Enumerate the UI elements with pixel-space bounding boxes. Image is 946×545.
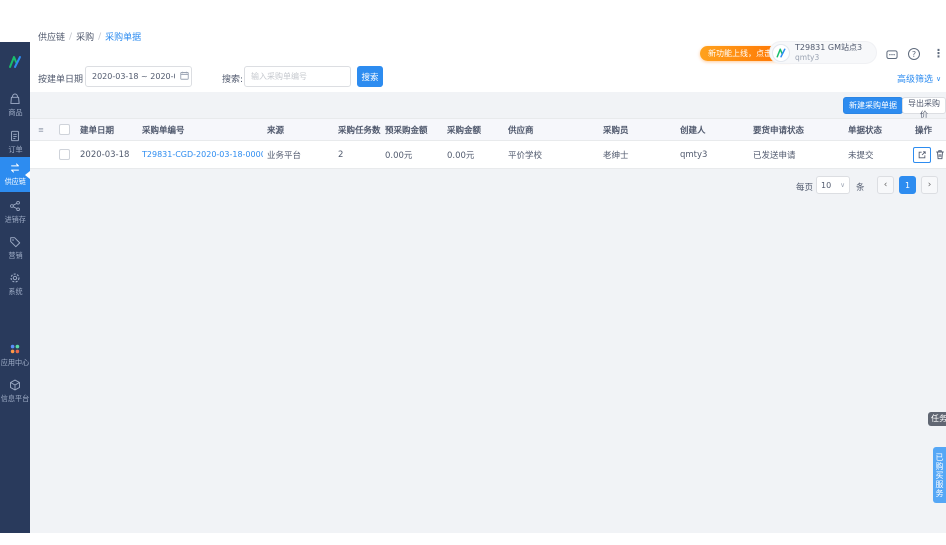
column-header-amount: 采购金额	[447, 125, 482, 136]
page-1-button[interactable]: 1	[899, 176, 916, 194]
message-icon[interactable]	[886, 50, 898, 61]
purchase-docs-table: ≡ 建单日期 采购单编号 来源 采购任务数 预采购金额 采购金额 供应商 采购员…	[30, 118, 946, 169]
avatar	[772, 43, 790, 62]
user-site-label: T29831 GM站点3	[795, 43, 863, 52]
breadcrumb-separator: /	[98, 31, 102, 42]
row-request-status: 已发送申请	[753, 150, 796, 161]
column-header-tasks: 采购任务数	[338, 125, 381, 136]
next-page-button[interactable]: ›	[921, 176, 938, 194]
date-range-input[interactable]	[85, 66, 192, 87]
cube-icon	[10, 379, 20, 391]
search-button[interactable]: 搜索	[357, 66, 383, 87]
column-header-pre-amount: 预采购金额	[385, 125, 428, 136]
column-header-order-no: 采购单编号	[142, 125, 185, 136]
new-purchase-doc-button[interactable]: 新建采购单据	[843, 97, 903, 114]
row-supplier: 平价学校	[508, 150, 543, 161]
per-page-value: 10	[821, 180, 832, 190]
advanced-filter-link[interactable]: 高级筛选 ∨	[897, 72, 942, 86]
breadcrumb-separator: /	[69, 31, 73, 42]
chevron-down-icon: ∨	[840, 181, 845, 189]
row-amount: 0.00元	[447, 150, 475, 161]
sidebar-item-inventory[interactable]: 进销存	[0, 195, 30, 230]
sidebar-item-label: 进销存	[4, 215, 26, 224]
app-logo[interactable]	[0, 42, 30, 82]
chevron-down-icon: ∨	[936, 74, 942, 83]
breadcrumb-supply-chain[interactable]: 供应链	[38, 30, 65, 43]
per-page-select[interactable]: 10 ∨	[816, 176, 850, 194]
row-source: 业务平台	[267, 150, 302, 161]
column-header-creator: 创建人	[680, 125, 706, 136]
help-icon[interactable]: ?	[908, 48, 920, 60]
row-date: 2020-03-18	[80, 149, 130, 160]
per-page-unit-label: 条	[856, 183, 865, 193]
export-purchase-price-button[interactable]: 导出采购价	[902, 97, 946, 119]
order-document-icon	[11, 130, 19, 142]
column-header-doc-status: 单据状态	[848, 125, 883, 136]
sidebar-item-label: 营销	[7, 251, 23, 260]
column-header-actions: 操作	[915, 125, 933, 136]
prev-page-button[interactable]: ‹	[877, 176, 894, 194]
row-creator: qmty3	[680, 149, 708, 160]
row-buyer: 老绅士	[603, 150, 629, 161]
row-pre-amount: 0.00元	[385, 150, 413, 161]
column-header-date: 建单日期	[80, 125, 115, 136]
app-center-icon	[10, 344, 20, 354]
column-header-buyer: 采购员	[603, 125, 629, 136]
advanced-filter-label: 高级筛选	[897, 75, 934, 85]
page: 供应链 / 采购 / 采购单据 新功能上线，点击查看 T29831 GM站点3 …	[0, 0, 946, 545]
column-header-request-status: 要货申请状态	[753, 125, 805, 136]
date-filter-label: 按建单日期	[38, 75, 84, 85]
order-number-link[interactable]: T29831-CGD-2020-03-18-00001	[142, 150, 263, 159]
sidebar: 商品 订单 供应链 进销存 营销 系统 应用中心 信息平台	[0, 42, 30, 533]
sidebar-item-orders[interactable]: 订单	[0, 125, 30, 160]
sidebar-item-goods[interactable]: 商品	[0, 88, 30, 123]
user-texts: T29831 GM站点3 qmty3	[795, 43, 862, 62]
sidebar-item-label: 系统	[7, 287, 23, 296]
delete-icon[interactable]	[935, 149, 945, 160]
row-doc-status: 未提交	[848, 150, 874, 161]
sidebar-item-supply-chain[interactable]: 供应链	[0, 157, 30, 192]
shopping-bag-icon	[10, 93, 20, 104]
brand-logo-icon	[9, 56, 21, 68]
breadcrumb-purchase[interactable]: 采购	[76, 30, 94, 43]
sidebar-item-label: 信息平台	[0, 394, 30, 403]
share-nodes-icon	[10, 200, 20, 212]
table-header-row: ≡ 建单日期 采购单编号 来源 采购任务数 预采购金额 采购金额 供应商 采购员…	[30, 118, 946, 141]
swap-arrows-icon	[11, 163, 19, 173]
calendar-icon	[180, 71, 189, 80]
gear-icon	[10, 273, 20, 283]
search-label: 搜索:	[222, 75, 244, 85]
user-account-menu[interactable]: T29831 GM站点3 qmty3	[769, 41, 878, 64]
sidebar-item-system[interactable]: 系统	[0, 267, 30, 302]
breadcrumb: 供应链 / 采购 / 采购单据	[38, 30, 141, 44]
sidebar-item-app-center[interactable]: 应用中心	[0, 338, 30, 373]
task-floating-tab[interactable]: 任务	[928, 412, 946, 426]
sidebar-item-info-platform[interactable]: 信息平台	[0, 374, 30, 409]
breadcrumb-purchase-docs[interactable]: 采购单据	[105, 30, 141, 43]
column-header-source: 来源	[267, 125, 285, 136]
sidebar-item-label: 应用中心	[0, 358, 30, 367]
purchased-services-floating-tab[interactable]: 已购买服务	[933, 447, 946, 503]
share-export-button[interactable]	[913, 146, 931, 163]
per-page-label: 每页	[796, 183, 814, 193]
table-row: 2020-03-18 T29831-CGD-2020-03-18-00001 业…	[30, 141, 946, 169]
sidebar-item-label: 供应链	[4, 177, 26, 186]
row-checkbox[interactable]	[58, 149, 70, 160]
row-tasks: 2	[338, 149, 344, 160]
search-input[interactable]	[244, 66, 351, 87]
sidebar-item-label: 订单	[7, 145, 23, 154]
sidebar-item-label: 商品	[7, 108, 23, 117]
sidebar-item-marketing[interactable]: 营销	[0, 231, 30, 266]
tag-icon	[10, 237, 21, 248]
content-area: 新建采购单据 导出采购价 ≡ 建单日期 采购单编号 来源 采购任务数 预采购金额…	[30, 92, 946, 533]
user-name-label: qmty3	[795, 53, 820, 62]
column-header-supplier: 供应商	[508, 125, 534, 136]
expand-all-icon[interactable]: ≡	[30, 126, 52, 134]
more-options-icon[interactable]: ⋮	[933, 47, 944, 60]
brand-logo-icon	[776, 48, 786, 57]
select-all-checkbox[interactable]	[58, 124, 70, 135]
